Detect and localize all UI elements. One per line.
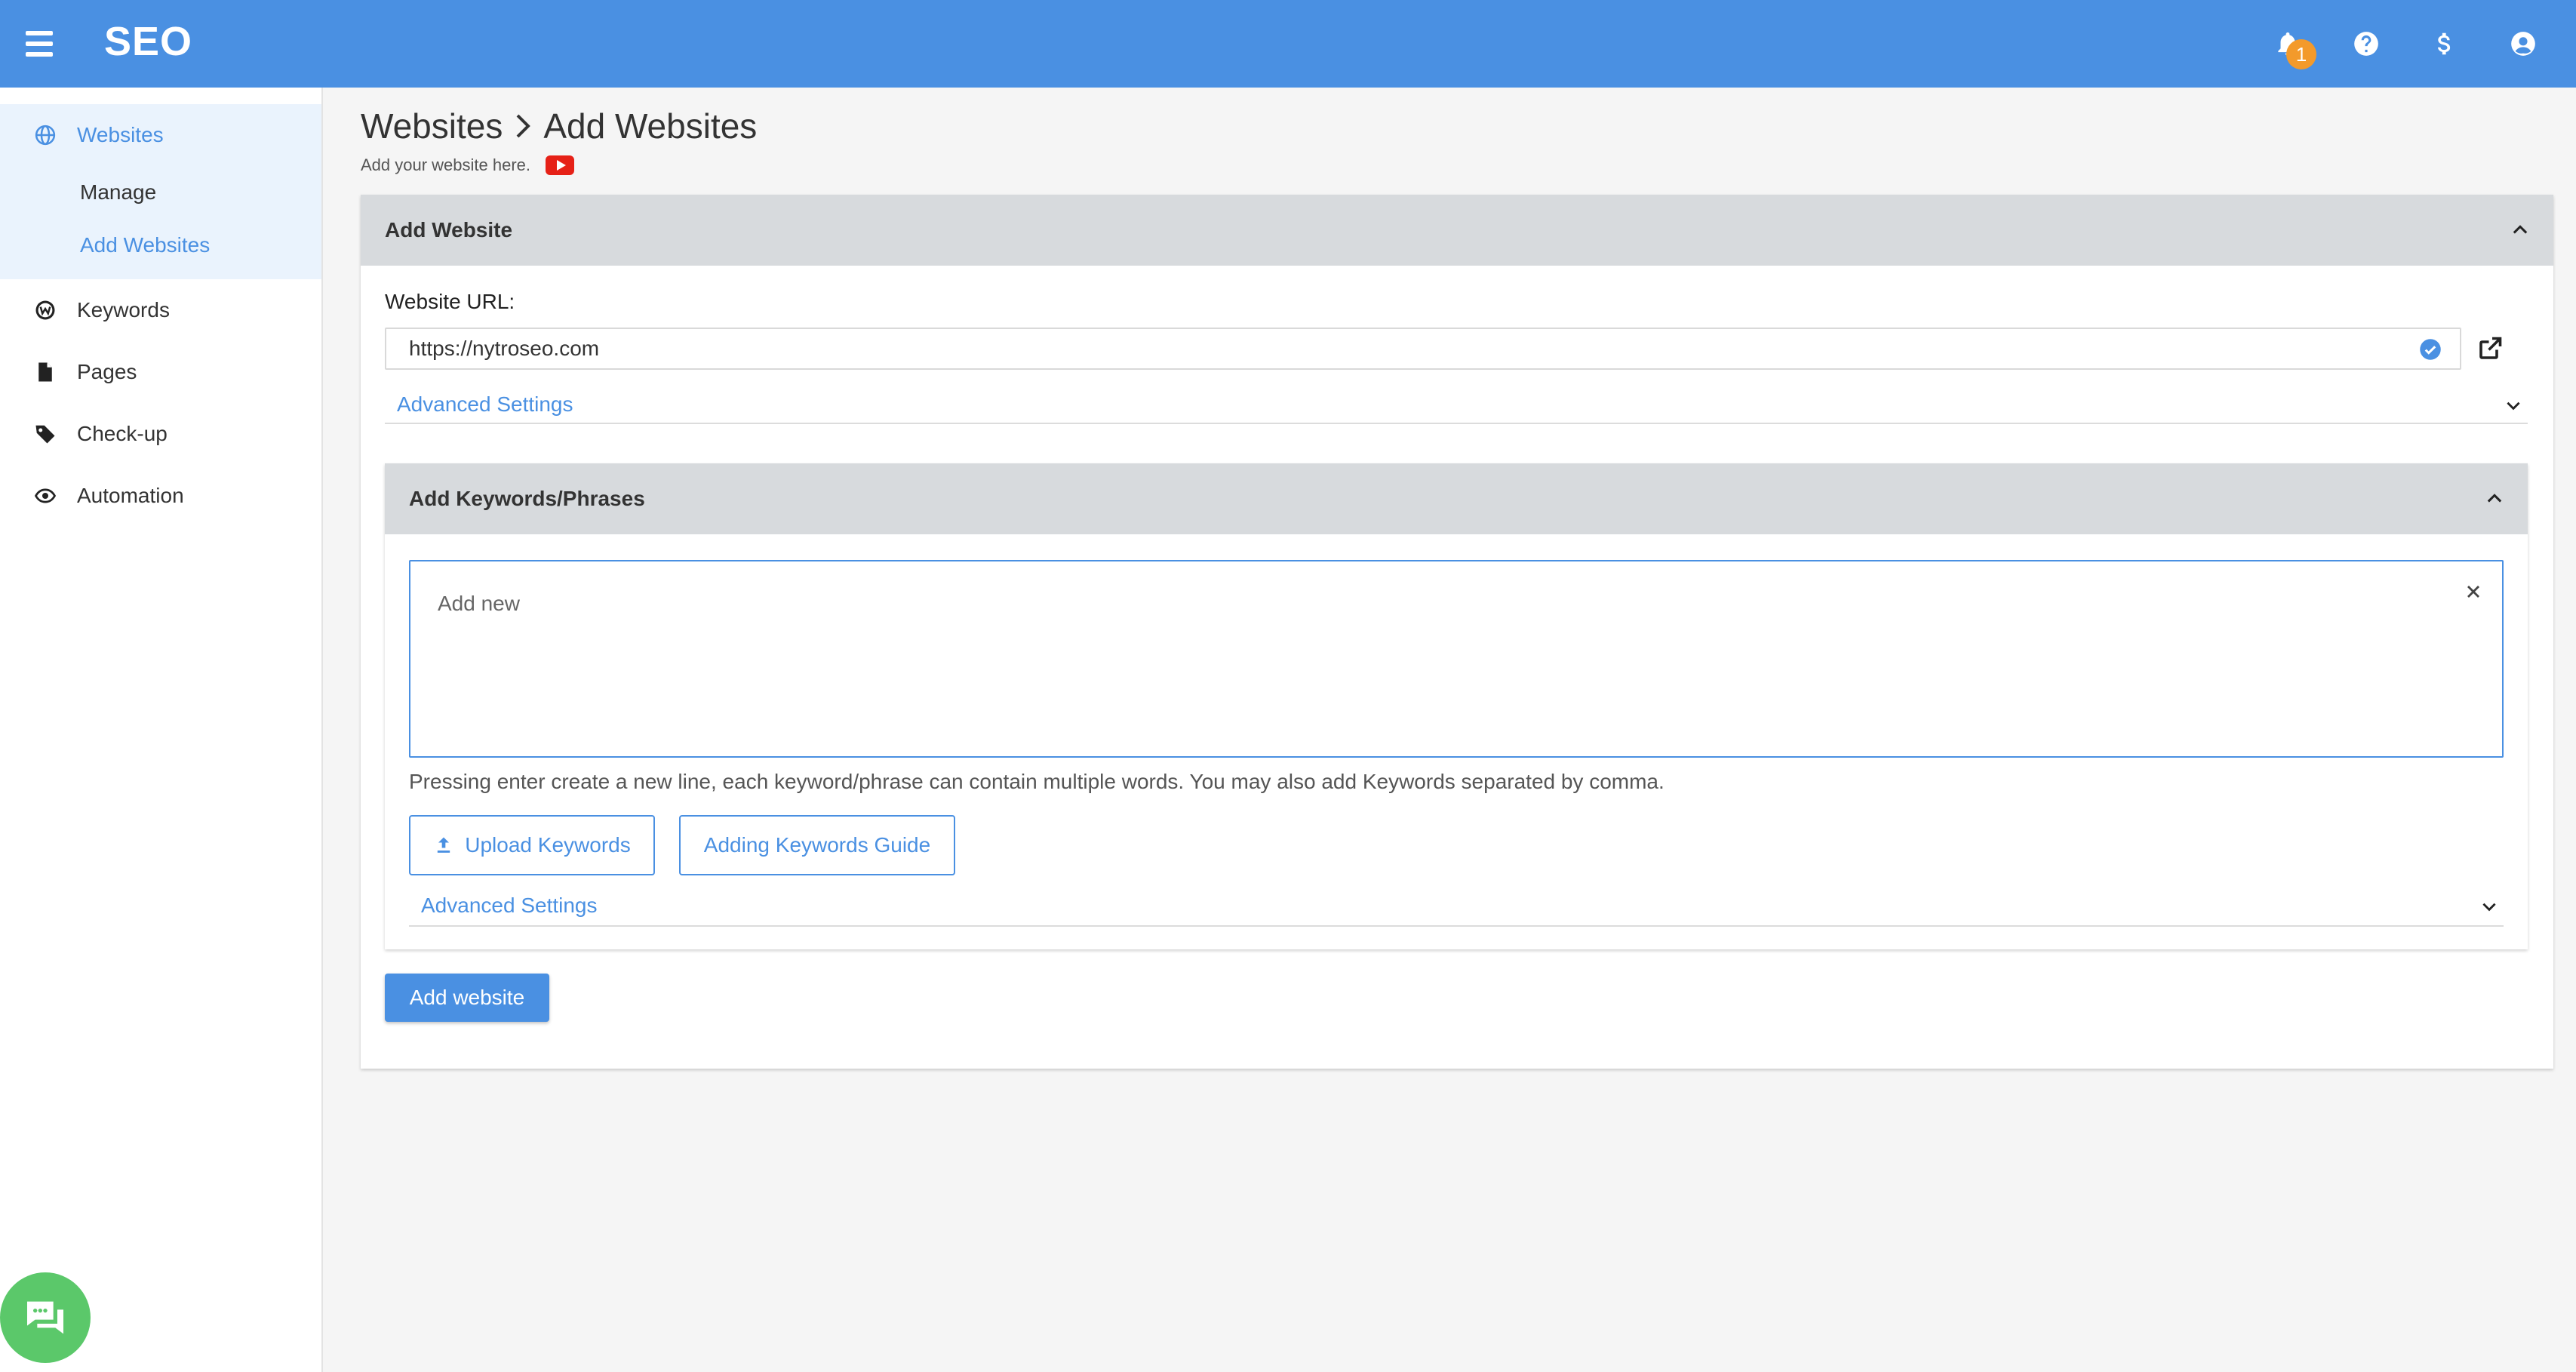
- w-circle-icon: [33, 298, 57, 322]
- website-advanced-settings[interactable]: Advanced Settings: [385, 386, 2528, 424]
- sidebar-item-automation[interactable]: Automation: [0, 465, 321, 527]
- file-icon: [33, 360, 57, 384]
- breadcrumb-root[interactable]: Websites: [361, 106, 503, 146]
- bell-icon[interactable]: 1: [2265, 21, 2316, 69]
- add-website-header[interactable]: Add Website: [361, 195, 2553, 266]
- breadcrumb-current: Add Websites: [543, 106, 758, 146]
- chevron-down-icon: [2507, 401, 2520, 411]
- add-website-title: Add Website: [385, 218, 513, 241]
- chat-button[interactable]: [0, 1272, 91, 1363]
- upload-keywords-button[interactable]: Upload Keywords: [409, 815, 655, 875]
- sidebar-item-keywords[interactable]: Keywords: [0, 279, 321, 341]
- top-app-bar: SEO 1: [0, 0, 2576, 88]
- tag-icon: [33, 422, 57, 446]
- advanced-settings-label: Advanced Settings: [421, 894, 598, 917]
- hamburger-menu-icon[interactable]: [26, 26, 56, 62]
- chevron-up-icon[interactable]: [2510, 220, 2531, 241]
- breadcrumb: Websites Add Websites: [361, 106, 757, 146]
- chat-icon: [27, 1301, 63, 1334]
- sidebar-item-label: Pages: [77, 360, 137, 383]
- advanced-settings-label: Advanced Settings: [397, 392, 573, 416]
- notification-badge: 1: [2286, 39, 2316, 69]
- upload-icon: [438, 837, 450, 853]
- keywords-placeholder: Add new: [438, 592, 520, 615]
- sidebar-item-websites[interactable]: Websites: [0, 104, 321, 166]
- chevron-right-icon: [513, 112, 533, 140]
- account-icon[interactable]: [2501, 21, 2546, 66]
- chevron-up-icon[interactable]: [2484, 488, 2505, 509]
- sidebar-item-label: Keywords: [77, 298, 170, 321]
- website-url-label: Website URL:: [385, 290, 515, 313]
- website-url-input[interactable]: https://nytroseo.com: [385, 328, 2461, 370]
- help-icon[interactable]: [2344, 21, 2389, 66]
- sidebar-group-websites: Websites Manage Add Websites: [0, 104, 321, 279]
- sidebar: Websites Manage Add Websites Keywords Pa…: [0, 88, 323, 1372]
- youtube-icon[interactable]: [546, 155, 575, 175]
- globe-icon: [33, 123, 57, 147]
- brand-logo[interactable]: SEO: [104, 18, 192, 65]
- sidebar-item-label: Websites: [77, 123, 164, 146]
- top-icons: 1: [2265, 21, 2546, 69]
- add-keywords-card: Add Keywords/Phrases Add new Pressing en…: [385, 463, 2528, 949]
- adding-keywords-guide-button[interactable]: Adding Keywords Guide: [679, 815, 955, 875]
- keywords-textarea[interactable]: Add new: [409, 560, 2504, 758]
- external-link-icon[interactable]: [2476, 335, 2504, 362]
- website-url-value: https://nytroseo.com: [409, 337, 600, 360]
- page-subtitle-text: Add your website here.: [361, 155, 531, 174]
- upload-keywords-label: Upload Keywords: [465, 833, 631, 857]
- keywords-advanced-settings[interactable]: Advanced Settings: [409, 886, 2504, 927]
- check-circle-icon: [2420, 339, 2441, 360]
- eye-gear-icon: [33, 484, 57, 508]
- sidebar-item-label: Check-up: [77, 422, 168, 445]
- sidebar-subitem-manage[interactable]: Manage: [0, 166, 321, 219]
- add-website-button[interactable]: Add website: [385, 974, 549, 1022]
- add-website-card: Add Website Website URL: https://nytrose…: [361, 195, 2553, 1069]
- add-keywords-title: Add Keywords/Phrases: [409, 487, 645, 510]
- sidebar-item-label: Automation: [77, 484, 184, 507]
- chevron-down-icon: [2482, 903, 2496, 912]
- dollar-icon[interactable]: [2422, 21, 2467, 66]
- add-keywords-header[interactable]: Add Keywords/Phrases: [385, 463, 2528, 534]
- page-subtitle: Add your website here.: [361, 155, 575, 175]
- keywords-help-text: Pressing enter create a new line, each k…: [409, 770, 1665, 793]
- sidebar-subitem-add-websites[interactable]: Add Websites: [0, 219, 321, 272]
- close-icon[interactable]: [2463, 581, 2484, 602]
- sidebar-item-pages[interactable]: Pages: [0, 341, 321, 403]
- sidebar-item-check-up[interactable]: Check-up: [0, 403, 321, 465]
